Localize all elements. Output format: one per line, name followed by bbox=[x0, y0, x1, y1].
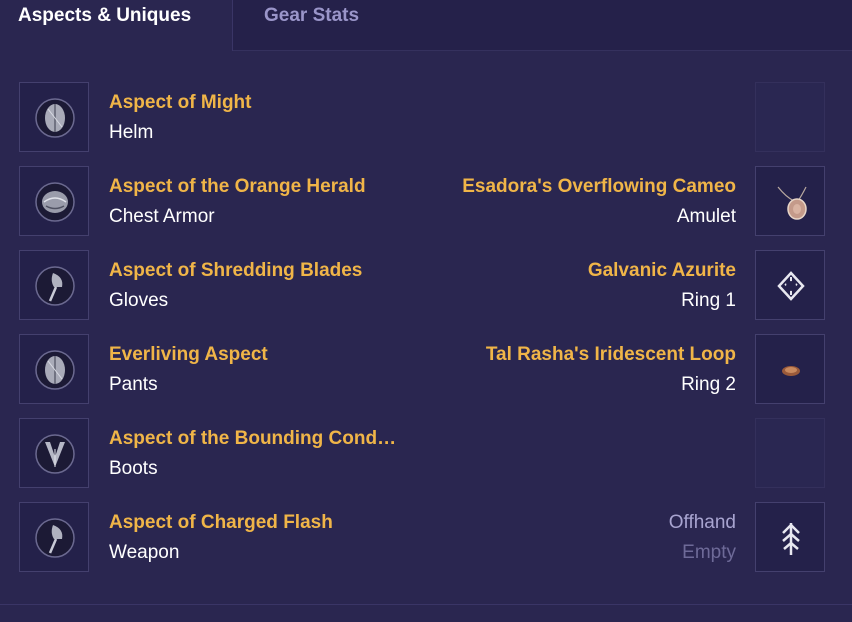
amulet-icon bbox=[777, 186, 807, 220]
unique-name: Esadora's Overflowing Cameo bbox=[462, 176, 736, 197]
ring-1-slot[interactable] bbox=[755, 250, 825, 320]
aspect-name: Everliving Aspect bbox=[109, 344, 268, 365]
helm-aspect-icon bbox=[35, 98, 75, 138]
unique-slot-label: Ring 1 bbox=[681, 290, 736, 311]
chest-aspect-icon bbox=[35, 182, 75, 222]
aspect-name: Aspect of the Bounding Cond… bbox=[109, 428, 397, 449]
tab-gear-stats[interactable]: Gear Stats bbox=[264, 0, 359, 50]
tab-bar: Aspects & Uniques Gear Stats bbox=[0, 0, 852, 51]
weapon-aspect-icon bbox=[35, 518, 75, 558]
boots-aspect-icon bbox=[35, 434, 75, 474]
empty-unique-slot[interactable] bbox=[755, 418, 825, 488]
pants-aspect-slot[interactable] bbox=[19, 334, 89, 404]
ring-rune-icon bbox=[777, 271, 805, 301]
amulet-slot[interactable] bbox=[755, 166, 825, 236]
weapon-aspect-slot[interactable] bbox=[19, 502, 89, 572]
offhand-label: Offhand bbox=[668, 512, 736, 533]
aspect-slot-label: Gloves bbox=[109, 290, 169, 311]
aspect-slot-label: Helm bbox=[109, 122, 154, 143]
offhand-slot[interactable] bbox=[755, 502, 825, 572]
boots-aspect-slot[interactable] bbox=[19, 418, 89, 488]
unique-name: Tal Rasha's Iridescent Loop bbox=[485, 344, 736, 365]
aspect-name: Aspect of Shredding Blades bbox=[109, 260, 363, 281]
empty-unique-slot[interactable] bbox=[755, 82, 825, 152]
aspect-slot-label: Chest Armor bbox=[109, 206, 215, 227]
unique-slot-label: Amulet bbox=[676, 206, 736, 227]
aspect-name: Aspect of Might bbox=[109, 92, 252, 113]
ring-loop-icon bbox=[782, 366, 800, 376]
unique-slot-label: Ring 2 bbox=[681, 374, 736, 395]
pants-aspect-icon bbox=[35, 350, 75, 390]
offhand-glyph-icon bbox=[782, 523, 800, 555]
gloves-aspect-icon bbox=[35, 266, 75, 306]
unique-name: Galvanic Azurite bbox=[587, 260, 736, 281]
bottom-divider bbox=[0, 604, 852, 605]
aspect-name: Aspect of the Orange Herald bbox=[109, 176, 366, 197]
ring-2-slot[interactable] bbox=[755, 334, 825, 404]
offhand-empty-label: Empty bbox=[682, 542, 736, 563]
aspect-slot-label: Boots bbox=[109, 458, 158, 479]
chest-aspect-slot[interactable] bbox=[19, 166, 89, 236]
aspect-name: Aspect of Charged Flash bbox=[109, 512, 333, 533]
helm-aspect-slot[interactable] bbox=[19, 82, 89, 152]
tab-aspects-uniques[interactable]: Aspects & Uniques bbox=[0, 0, 233, 51]
aspect-slot-label: Weapon bbox=[109, 542, 180, 563]
gloves-aspect-slot[interactable] bbox=[19, 250, 89, 320]
aspect-slot-label: Pants bbox=[109, 374, 158, 395]
